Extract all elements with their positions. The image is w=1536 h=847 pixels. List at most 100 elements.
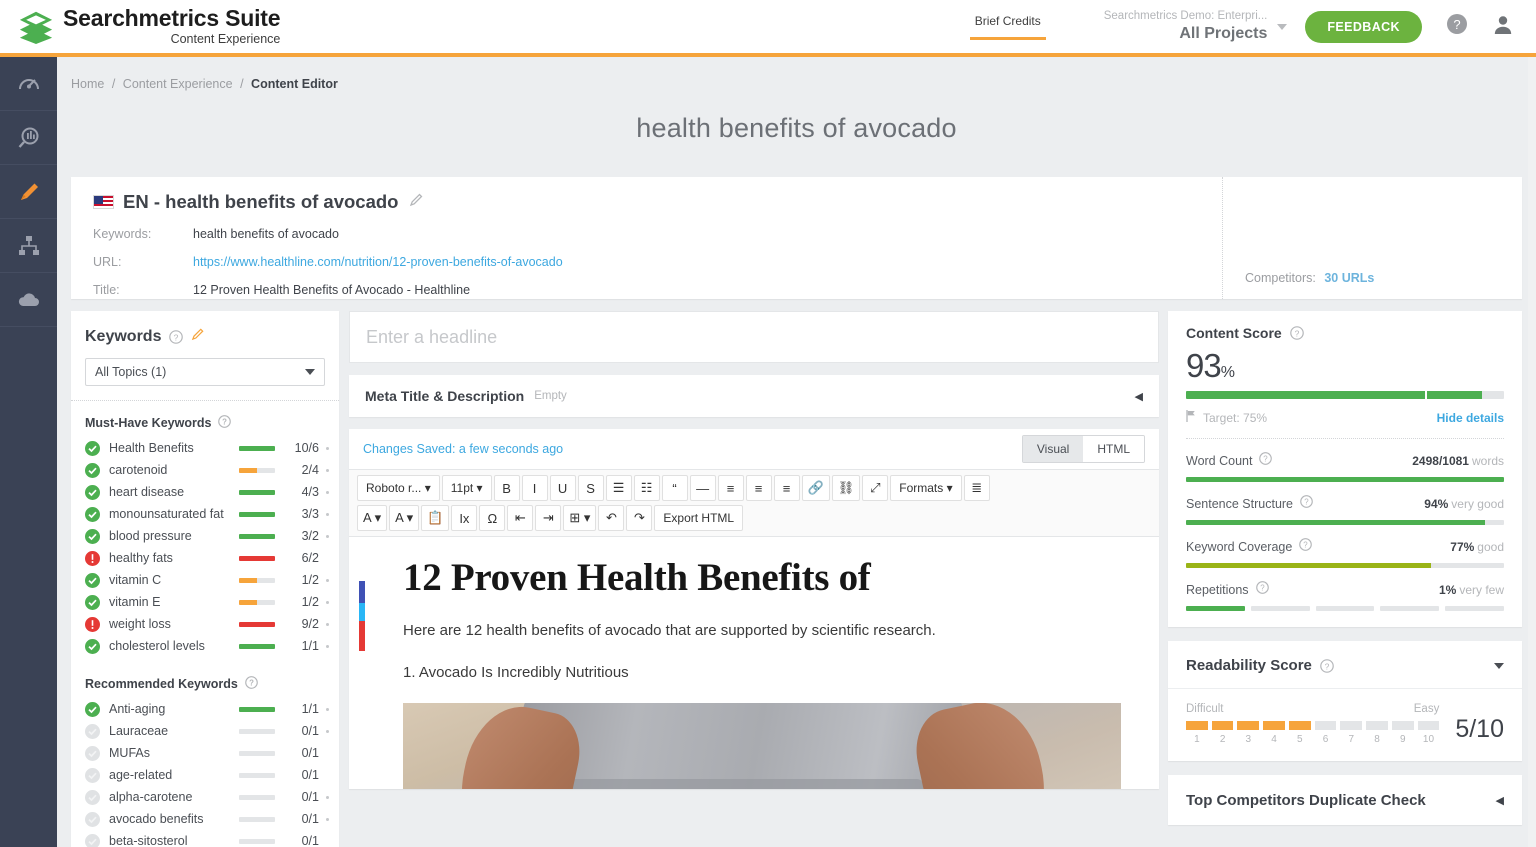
redo-button[interactable]: ↷ — [626, 505, 653, 531]
readability-tick[interactable] — [1314, 721, 1337, 730]
table-button[interactable]: ⊞ ▾ — [563, 505, 597, 531]
question-mark-icon[interactable]: ? — [1259, 452, 1273, 470]
question-mark-icon[interactable]: ? — [245, 676, 258, 692]
hide-details-link[interactable]: Hide details — [1437, 411, 1504, 425]
keyword-row[interactable]: Health Benefits 10/6 — [71, 437, 339, 459]
readability-tick[interactable] — [1211, 721, 1234, 730]
paste-button[interactable]: 📋 — [421, 505, 450, 531]
breadcrumb-home[interactable]: Home — [71, 77, 104, 91]
font-size-select[interactable]: 11pt ▾ — [441, 475, 492, 501]
breadcrumb-section[interactable]: Content Experience — [123, 77, 233, 91]
formats-menu[interactable]: Formats ▾ — [890, 475, 962, 501]
readability-tick[interactable] — [1237, 721, 1260, 730]
sidebar-item-dashboard[interactable] — [0, 57, 57, 111]
keyword-row[interactable]: avocado benefits 0/1 — [71, 808, 339, 830]
chevron-down-icon[interactable] — [1494, 662, 1504, 669]
bullet-list-button[interactable]: ☰ — [605, 475, 632, 501]
align-right-button[interactable]: ≡ — [773, 475, 800, 501]
insert-link-button[interactable]: 🔗 — [801, 475, 830, 501]
readability-tick[interactable] — [1366, 721, 1388, 730]
special-character-button[interactable]: Ω — [479, 505, 506, 531]
keyword-row[interactable]: vitamin C 1/2 — [71, 569, 339, 591]
question-mark-icon[interactable]: ? — [1289, 326, 1304, 340]
sidebar-item-research[interactable] — [0, 111, 57, 165]
readability-tick[interactable] — [1186, 721, 1208, 730]
chevron-left-icon[interactable]: ◀ — [1135, 390, 1143, 403]
font-family-select[interactable]: Roboto r... ▾ — [357, 475, 440, 501]
question-mark-icon[interactable]: ? — [169, 329, 184, 344]
edit-keywords-icon[interactable] — [191, 327, 205, 346]
keyword-row[interactable]: Anti-aging 1/1 — [71, 698, 339, 720]
tab-html[interactable]: HTML — [1083, 436, 1144, 462]
help-icon[interactable]: ? — [1446, 13, 1468, 40]
keyword-row[interactable]: heart disease 4/3 — [71, 481, 339, 503]
question-mark-icon[interactable]: ? — [1255, 581, 1269, 599]
question-mark-icon[interactable]: ? — [218, 415, 232, 431]
readability-tick[interactable] — [1417, 721, 1440, 730]
document-minimap[interactable] — [359, 581, 365, 651]
question-mark-icon[interactable]: ? — [1320, 658, 1334, 673]
outdent-button[interactable]: ⇤ — [507, 505, 534, 531]
readability-tick[interactable] — [1263, 721, 1285, 730]
align-left-button[interactable]: ≡ — [717, 475, 744, 501]
duplicate-check-card[interactable]: Top Competitors Duplicate Check ◀ — [1168, 775, 1522, 825]
undo-button[interactable]: ↶ — [598, 505, 625, 531]
meta-value-url[interactable]: https://www.healthline.com/nutrition/12-… — [193, 255, 563, 269]
keyword-row[interactable]: alpha-carotene 0/1 — [71, 786, 339, 808]
question-mark-icon[interactable]: ? — [1299, 538, 1313, 556]
blockquote-button[interactable]: “ — [661, 475, 688, 501]
keyword-row[interactable]: healthy fats 6/2 — [71, 547, 339, 569]
project-selector[interactable]: Searchmetrics Demo: Enterpri... All Proj… — [1104, 10, 1268, 44]
sidebar-item-cloud[interactable] — [0, 273, 57, 327]
underline-button[interactable]: U — [549, 475, 576, 501]
keyword-row[interactable]: MUFAs 0/1 — [71, 742, 339, 764]
brand-logo[interactable]: Searchmetrics Suite Content Experience — [18, 7, 281, 46]
headline-field[interactable] — [349, 311, 1159, 363]
keyword-row[interactable]: blood pressure 3/2 — [71, 525, 339, 547]
brief-credits-tab[interactable]: Brief Credits — [969, 14, 1046, 40]
bold-button[interactable]: B — [493, 475, 520, 501]
keyword-row[interactable]: age-related 0/1 — [71, 764, 339, 786]
strikethrough-button[interactable]: S — [577, 475, 604, 501]
chevron-left-icon[interactable]: ◀ — [1496, 794, 1504, 807]
clear-formatting-button[interactable]: Ix — [451, 505, 478, 531]
horizontal-rule-button[interactable]: — — [689, 475, 716, 501]
sidebar-item-site-structure[interactable] — [0, 219, 57, 273]
sidebar-item-content-editor[interactable] — [0, 165, 57, 219]
paragraph-block-button[interactable]: ≣ — [963, 475, 990, 501]
keyword-row[interactable]: carotenoid 2/4 — [71, 459, 339, 481]
readability-tick[interactable] — [1340, 721, 1363, 730]
headline-input[interactable] — [366, 326, 1142, 348]
background-color-button[interactable]: A ▾ — [389, 505, 420, 531]
keyword-row[interactable]: cholesterol levels 1/1 — [71, 635, 339, 657]
feedback-button[interactable]: FEEDBACK — [1305, 10, 1422, 43]
chevron-down-icon[interactable] — [1277, 23, 1288, 30]
text-color-button[interactable]: A ▾ — [357, 505, 388, 531]
keyword-row[interactable]: weight loss 9/2 — [71, 613, 339, 635]
align-center-button[interactable]: ≡ — [745, 475, 772, 501]
export-html-button[interactable]: Export HTML — [654, 505, 744, 531]
edit-document-title-icon[interactable] — [409, 192, 424, 212]
topic-select[interactable]: All Topics (1) — [85, 358, 325, 386]
numbered-list-button[interactable]: ☷ — [633, 475, 660, 501]
keyword-row[interactable]: Lauraceae 0/1 — [71, 720, 339, 742]
readability-tick[interactable] — [1391, 721, 1414, 730]
readability-tick[interactable] — [1288, 721, 1311, 730]
view-mode-toggle[interactable]: Visual HTML — [1021, 435, 1145, 463]
competitors-count-link[interactable]: 30 URLs — [1324, 271, 1374, 285]
page-scrollbar-track[interactable] — [1528, 57, 1536, 847]
fullscreen-button[interactable]: ⤢ — [862, 475, 889, 501]
indent-button[interactable]: ⇥ — [535, 505, 562, 531]
editor-document-body[interactable]: 12 Proven Health Benefits of Here are 12… — [349, 537, 1159, 789]
readability-scale[interactable] — [1186, 721, 1440, 730]
keyword-row[interactable]: monounsaturated fat 3/3 — [71, 503, 339, 525]
meta-title-description-section[interactable]: Meta Title & Description Empty ◀ — [349, 375, 1159, 417]
keyword-count: 4/3 — [301, 485, 319, 499]
keyword-row[interactable]: vitamin E 1/2 — [71, 591, 339, 613]
tab-visual[interactable]: Visual — [1022, 436, 1084, 462]
unlink-button[interactable]: ⛓ — [831, 475, 861, 501]
user-avatar-icon[interactable] — [1492, 13, 1514, 40]
keyword-row[interactable]: beta-sitosterol 0/1 — [71, 830, 339, 847]
question-mark-icon[interactable]: ? — [1300, 495, 1313, 513]
italic-button[interactable]: I — [521, 475, 548, 501]
